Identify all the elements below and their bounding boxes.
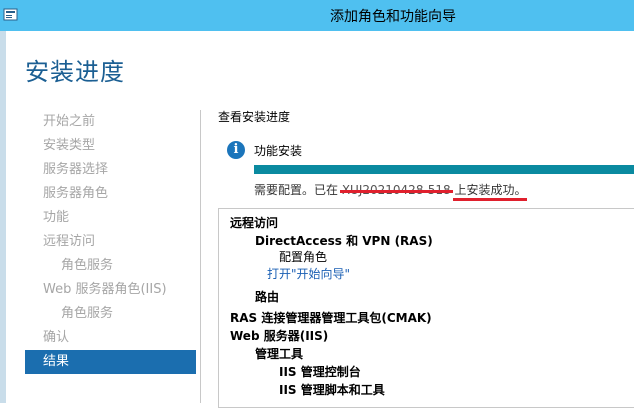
annotation-underline xyxy=(453,198,527,201)
nav-divider xyxy=(200,110,201,403)
result-item: Web 服务器(IIS) xyxy=(230,329,329,343)
result-item: 路由 xyxy=(255,290,280,304)
result-item: 配置角色 xyxy=(279,250,328,264)
nav-item-features[interactable]: 功能 xyxy=(25,206,196,230)
window-left-edge xyxy=(0,31,6,403)
open-getting-started-wizard-link[interactable]: 打开"开始向导" xyxy=(267,265,350,282)
status-message: 需要配置。已在 XUJ20210428-518 上安装成功。 xyxy=(254,181,527,198)
result-item: IIS 管理脚本和工具 xyxy=(279,383,385,397)
nav-item-iis-role-services[interactable]: 角色服务 xyxy=(25,302,196,326)
result-item: 远程访问 xyxy=(230,216,279,230)
nav-item-web-server-role[interactable]: Web 服务器角色(IIS) xyxy=(25,278,196,302)
install-progress-fill xyxy=(254,165,634,174)
status-message-server: XUJ20210428-518 xyxy=(341,183,451,197)
page-title: 安装进度 xyxy=(25,58,125,86)
info-icon: i xyxy=(227,141,245,159)
title-bar: 添加角色和功能向导 xyxy=(0,0,634,31)
result-item: DirectAccess 和 VPN (RAS) xyxy=(255,234,433,248)
wizard-nav: 开始之前 安装类型 服务器选择 服务器角色 功能 远程访问 角色服务 Web 服… xyxy=(25,110,196,374)
result-item: IIS 管理控制台 xyxy=(279,365,361,379)
status-message-suffix: 上安装成功。 xyxy=(450,183,527,197)
nav-item-confirmation[interactable]: 确认 xyxy=(25,326,196,350)
nav-item-remote-access-role-services[interactable]: 角色服务 xyxy=(25,254,196,278)
result-item: 管理工具 xyxy=(255,347,304,361)
server-manager-wizard-icon xyxy=(3,8,18,21)
status-message-prefix: 需要配置。已在 xyxy=(254,183,342,197)
nav-item-server-selection[interactable]: 服务器选择 xyxy=(25,158,196,182)
nav-item-before-you-begin[interactable]: 开始之前 xyxy=(25,110,196,134)
results-panel[interactable]: 远程访问 DirectAccess 和 VPN (RAS) 配置角色 打开"开始… xyxy=(218,208,634,408)
nav-item-server-roles[interactable]: 服务器角色 xyxy=(25,182,196,206)
install-progress-bar xyxy=(254,165,634,174)
nav-item-results[interactable]: 结果 xyxy=(25,350,196,374)
nav-item-installation-type[interactable]: 安装类型 xyxy=(25,134,196,158)
window-title: 添加角色和功能向导 xyxy=(330,9,456,25)
section-label: 查看安装进度 xyxy=(218,110,291,124)
status-title: 功能安装 xyxy=(254,144,303,158)
nav-item-remote-access[interactable]: 远程访问 xyxy=(25,230,196,254)
result-item: RAS 连接管理器管理工具包(CMAK) xyxy=(230,311,432,325)
